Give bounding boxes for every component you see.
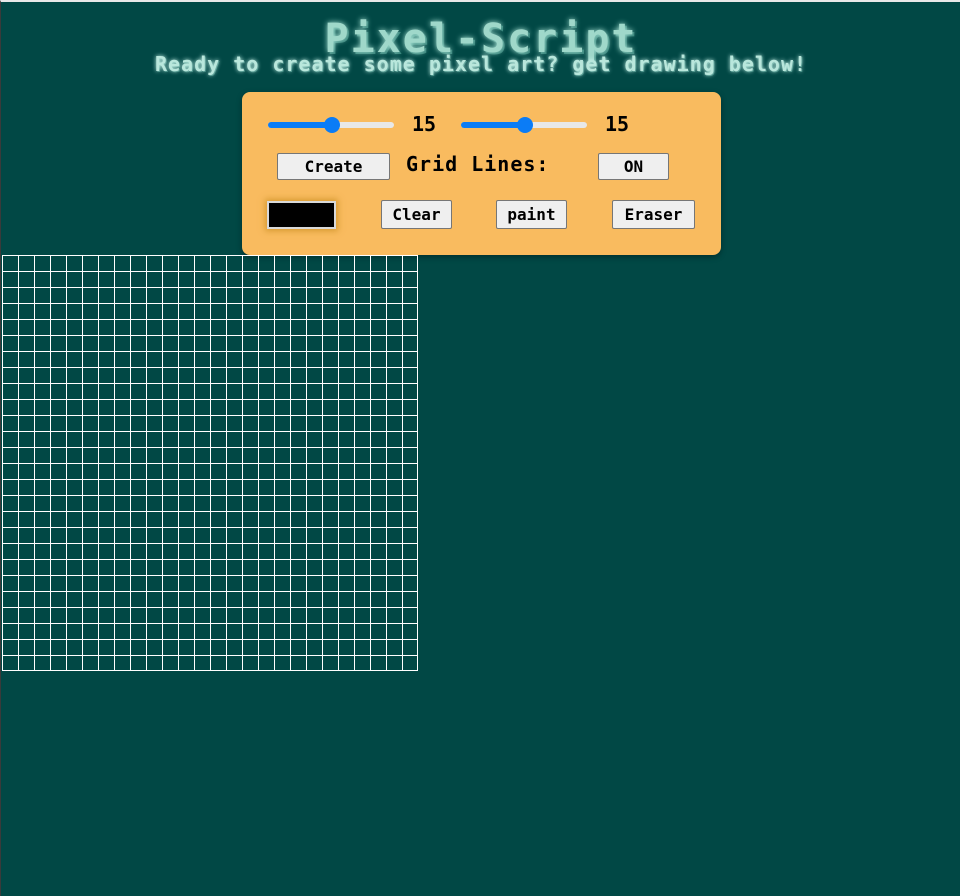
height-slider-fill [461,122,525,128]
width-slider-fill [268,122,332,128]
clear-button[interactable]: Clear [381,200,452,229]
width-slider[interactable] [268,117,394,133]
grid-lines-toggle-button[interactable]: ON [598,153,669,180]
grid-lines-label: Grid Lines: [406,152,550,176]
width-slider-thumb[interactable] [324,117,340,133]
height-value: 15 [605,112,630,136]
create-button[interactable]: Create [277,153,390,180]
page-subtitle: Ready to create some pixel art? get draw… [154,52,808,76]
color-picker[interactable] [267,201,336,229]
height-slider-thumb[interactable] [517,117,533,133]
controls-panel: 15 15 Create Grid Lines: ON Clear paint … [242,92,721,255]
height-slider[interactable] [461,117,587,133]
width-value: 15 [412,112,437,136]
eraser-button[interactable]: Eraser [612,200,695,229]
pixel-canvas-grid[interactable] [2,255,418,671]
paint-button[interactable]: paint [496,200,567,229]
